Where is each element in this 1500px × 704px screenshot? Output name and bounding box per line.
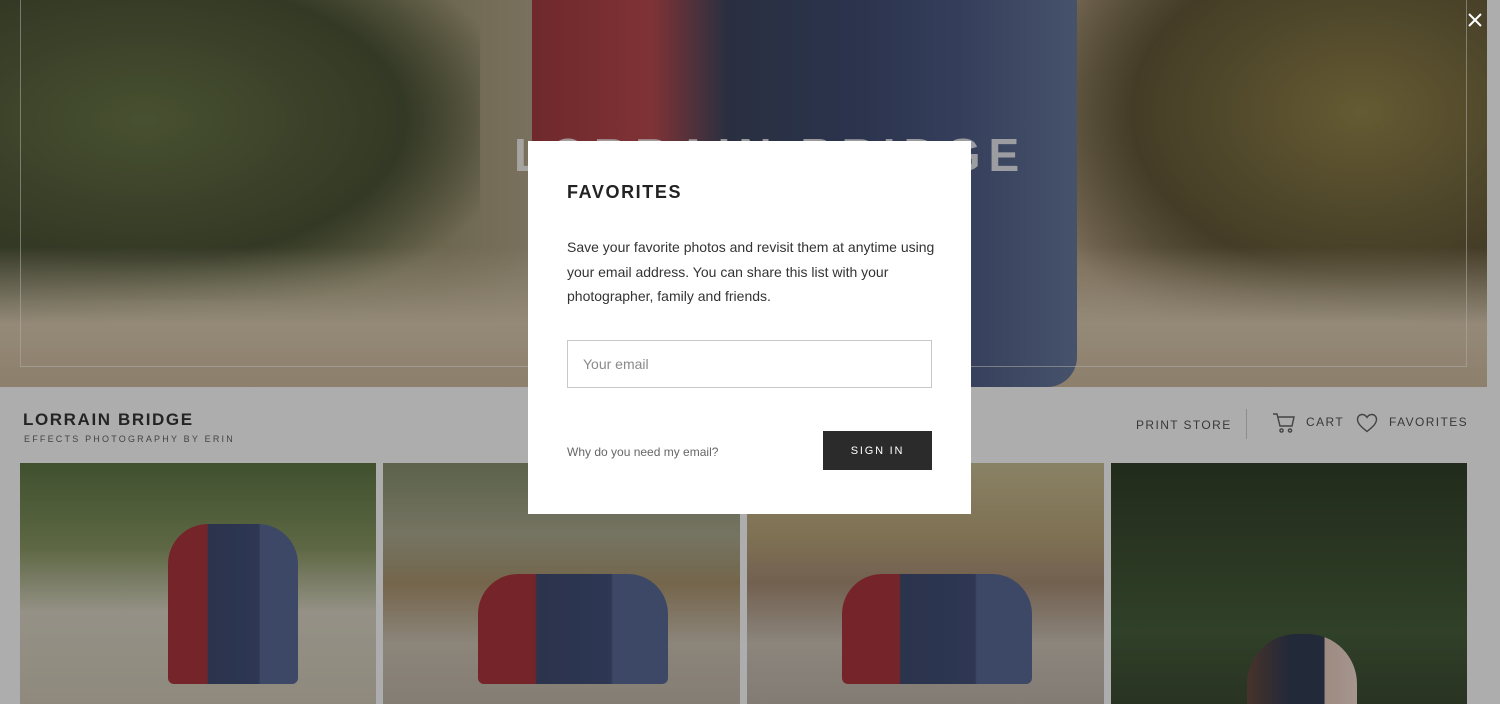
favorites-modal: FAVORITES Save your favorite photos and … bbox=[528, 141, 971, 514]
close-icon[interactable] bbox=[1463, 8, 1487, 32]
why-email-link[interactable]: Why do you need my email? bbox=[567, 445, 718, 459]
sign-in-button[interactable]: SIGN IN bbox=[823, 431, 932, 470]
modal-description: Save your favorite photos and revisit th… bbox=[567, 239, 935, 305]
email-field[interactable] bbox=[567, 340, 932, 388]
modal-title: FAVORITES bbox=[567, 182, 683, 202]
